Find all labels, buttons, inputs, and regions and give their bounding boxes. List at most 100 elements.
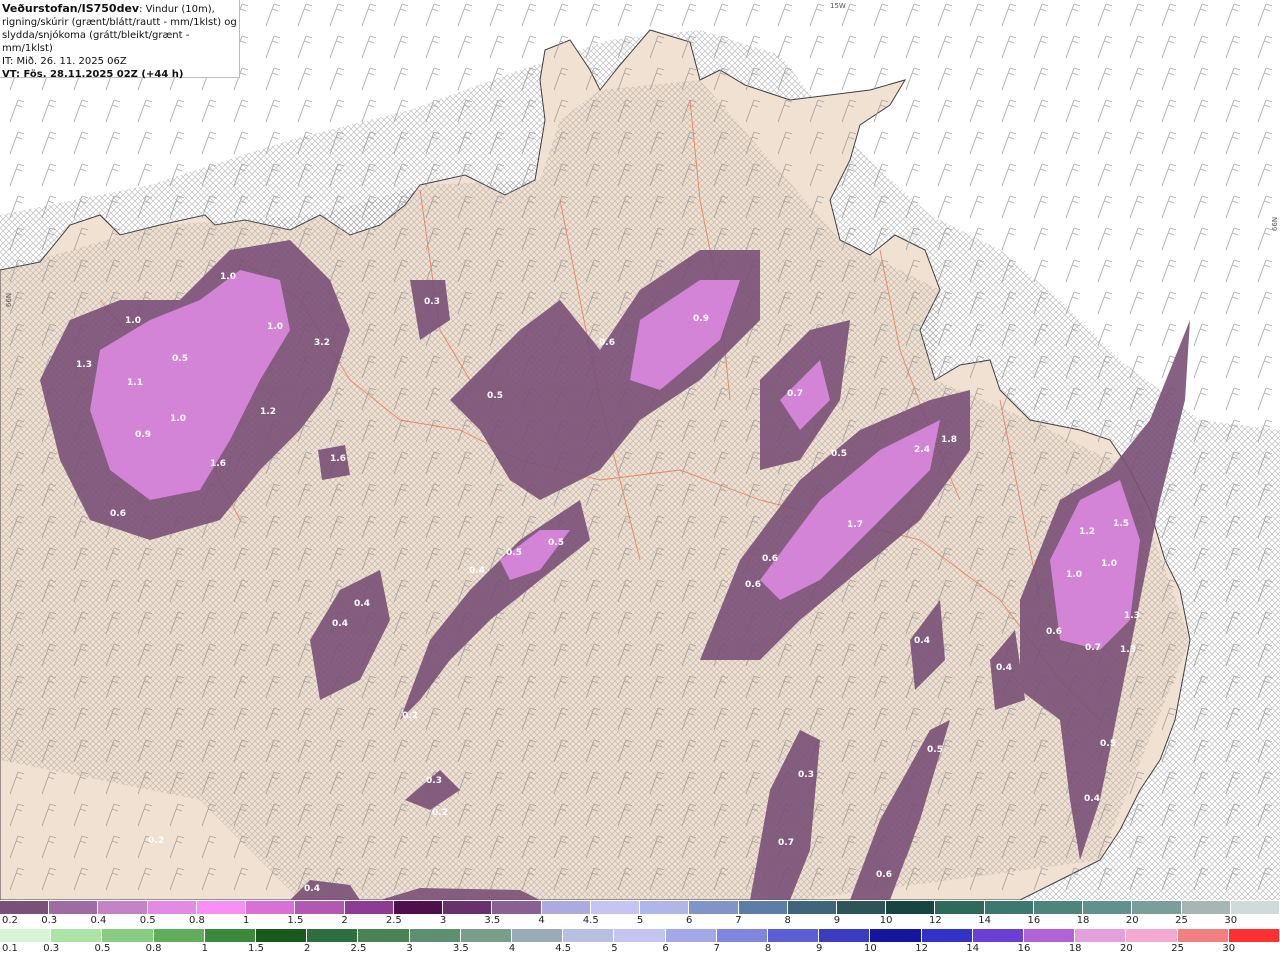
legend-snow-label-16: 8 [784, 915, 791, 926]
legend-rain-label-16: 9 [816, 943, 823, 954]
precip-value-33: 0.4 [304, 884, 320, 894]
legend-rain-swatch-6 [307, 929, 359, 942]
legend-rain-swatch-8 [409, 929, 461, 942]
legend-rain-label-22: 20 [1120, 943, 1133, 954]
legend-snow-label-1: 0.3 [41, 915, 58, 926]
precip-value-4: 0.5 [172, 354, 188, 364]
precip-value-20: 1.8 [941, 435, 957, 445]
legend-snow-swatch-15 [738, 901, 788, 914]
legend-rain-label-0: 0.1 [2, 943, 18, 954]
precip-value-39: 1.0 [1101, 559, 1117, 569]
legend-snow-label-10: 3.5 [484, 915, 501, 926]
precip-value-2: 1.3 [76, 360, 92, 370]
legend-snow-swatch-11 [541, 901, 591, 914]
weather-map[interactable]: 1.0 1.0 1.3 1.1 0.5 1.0 0.9 1.6 0.6 1.0 3.2 1.2 0.3 1… [0, 0, 1280, 900]
legend-snow-label-22: 18 [1076, 915, 1090, 926]
legend-rain-swatch-5 [256, 929, 308, 942]
legend-snow-swatch-0 [0, 901, 50, 914]
legend-snow-label-18: 10 [879, 915, 893, 926]
legend-rain-swatch-20 [1024, 929, 1076, 942]
legend-snow-label-4: 0.8 [188, 915, 205, 926]
legend-snow-label-21: 16 [1027, 915, 1041, 926]
legend-rain-swatch-9 [460, 929, 513, 942]
legend-snow-swatch-7 [344, 901, 394, 914]
legend-snow-label-3: 0.5 [139, 915, 156, 926]
precip-value-19: 2.4 [914, 445, 930, 455]
precip-value-12: 0.3 [424, 297, 440, 307]
legend-rain-swatch-13 [665, 929, 717, 942]
legend-snow-swatch-20 [984, 901, 1034, 914]
legend-snow-label-0: 0.2 [2, 915, 18, 926]
precip-value-47: 0.3 [798, 770, 814, 780]
legend-rain-swatch-17 [870, 929, 922, 942]
legend-snow-label-2: 0.4 [90, 915, 107, 926]
legend-snow-swatch-4 [196, 901, 247, 914]
legend-snow-label-20: 14 [978, 915, 991, 926]
precip-value-37: 1.5 [1113, 519, 1129, 529]
legend-snow-swatch-12 [590, 901, 641, 914]
precip-value-17: 0.7 [787, 389, 803, 399]
precip-value-1: 1.0 [125, 316, 141, 326]
init-time: IT: Mið. 26. 11. 2025 06Z [2, 56, 127, 67]
precip-value-40: 0.6 [1046, 627, 1062, 637]
legend-snow-swatch-18 [886, 901, 936, 914]
precip-value-18: 0.5 [831, 449, 847, 459]
legend-snow-swatch-25 [1230, 901, 1280, 914]
legend-rain-label-23: 25 [1171, 943, 1184, 954]
precip-value-23: 0.6 [745, 580, 761, 590]
legend-snow-swatch-9 [443, 901, 493, 914]
legend-rain-label-15: 8 [764, 943, 772, 954]
legend-snow-swatch-5 [246, 901, 296, 914]
precip-value-46: 0.5 [927, 745, 943, 755]
precip-value-28: 0.4 [332, 619, 348, 629]
precip-value-30: 0.3 [426, 776, 442, 786]
precip-value-48: 0.7 [778, 838, 794, 848]
precip-value-45: 0.4 [1084, 794, 1100, 804]
legend-rain-label-24: 30 [1222, 943, 1236, 954]
legend-rain-swatch-12 [614, 929, 666, 942]
precip-value-24: 0.5 [506, 548, 522, 558]
legend-rain-label-7: 2.5 [350, 943, 367, 954]
map-desc-1: : Vindur (10m), [139, 4, 215, 15]
precip-value-32: 0.2 [148, 836, 164, 846]
legend-rain-swatch-22 [1126, 929, 1178, 942]
legend-snow-label-14: 6 [686, 915, 693, 926]
legend-rain-label-12: 5 [611, 943, 618, 954]
legend-snow-label-24: 25 [1175, 915, 1188, 926]
precip-value-0: 1.0 [220, 272, 236, 282]
legend-rain-swatch-7 [358, 929, 410, 942]
legend-rain-label-5: 1.5 [248, 943, 264, 954]
legend-snow-label-25: 30 [1224, 915, 1238, 926]
legend-rain-swatch-15 [768, 929, 820, 942]
legend-rain-label-6: 2 [304, 943, 311, 954]
precip-value-10: 3.2 [314, 338, 330, 348]
precip-value-16: 0.9 [693, 314, 709, 324]
coord-right: 66N [1271, 216, 1280, 232]
precip-value-25: 0.5 [548, 538, 564, 548]
legend-rain-swatch-23 [1177, 929, 1229, 942]
legend-snow-label-13: 5 [636, 915, 644, 926]
legend-rain-label-20: 16 [1017, 943, 1031, 954]
legend-snow-label-12: 4.5 [582, 915, 599, 926]
legend-rain-swatch-2 [102, 929, 154, 942]
legend-snow-label-9: 3 [439, 915, 447, 926]
legend-rain-label-14: 7 [713, 943, 720, 954]
legend-snow-label-7: 2 [341, 915, 348, 926]
legend-rain-label-21: 18 [1068, 943, 1082, 954]
map-title: Veðurstofan/IS750dev [2, 2, 140, 15]
precip-value-21: 1.7 [847, 520, 863, 530]
legend-rain-swatch-1 [51, 929, 103, 942]
legend-snow-swatch-8 [393, 901, 444, 914]
legend-snow-label-5: 1 [242, 915, 250, 926]
valid-time: VT: Fös. 28.11.2025 02Z (+44 h) [2, 69, 184, 80]
legend-rain-label-9: 3.5 [452, 943, 469, 954]
legend-snow-swatch-19 [935, 901, 985, 914]
legend-rain-swatch-18 [921, 929, 973, 942]
legend-snow-swatch-13 [640, 901, 690, 914]
precip-value-42: 1.3 [1124, 611, 1140, 621]
legend-snow-swatch-24 [1181, 901, 1231, 914]
legend-snow-swatch-1 [49, 901, 99, 914]
precip-value-38: 1.0 [1066, 570, 1082, 580]
legend-rain-label-19: 14 [966, 943, 980, 954]
legend-rain-label-18: 12 [915, 943, 928, 954]
